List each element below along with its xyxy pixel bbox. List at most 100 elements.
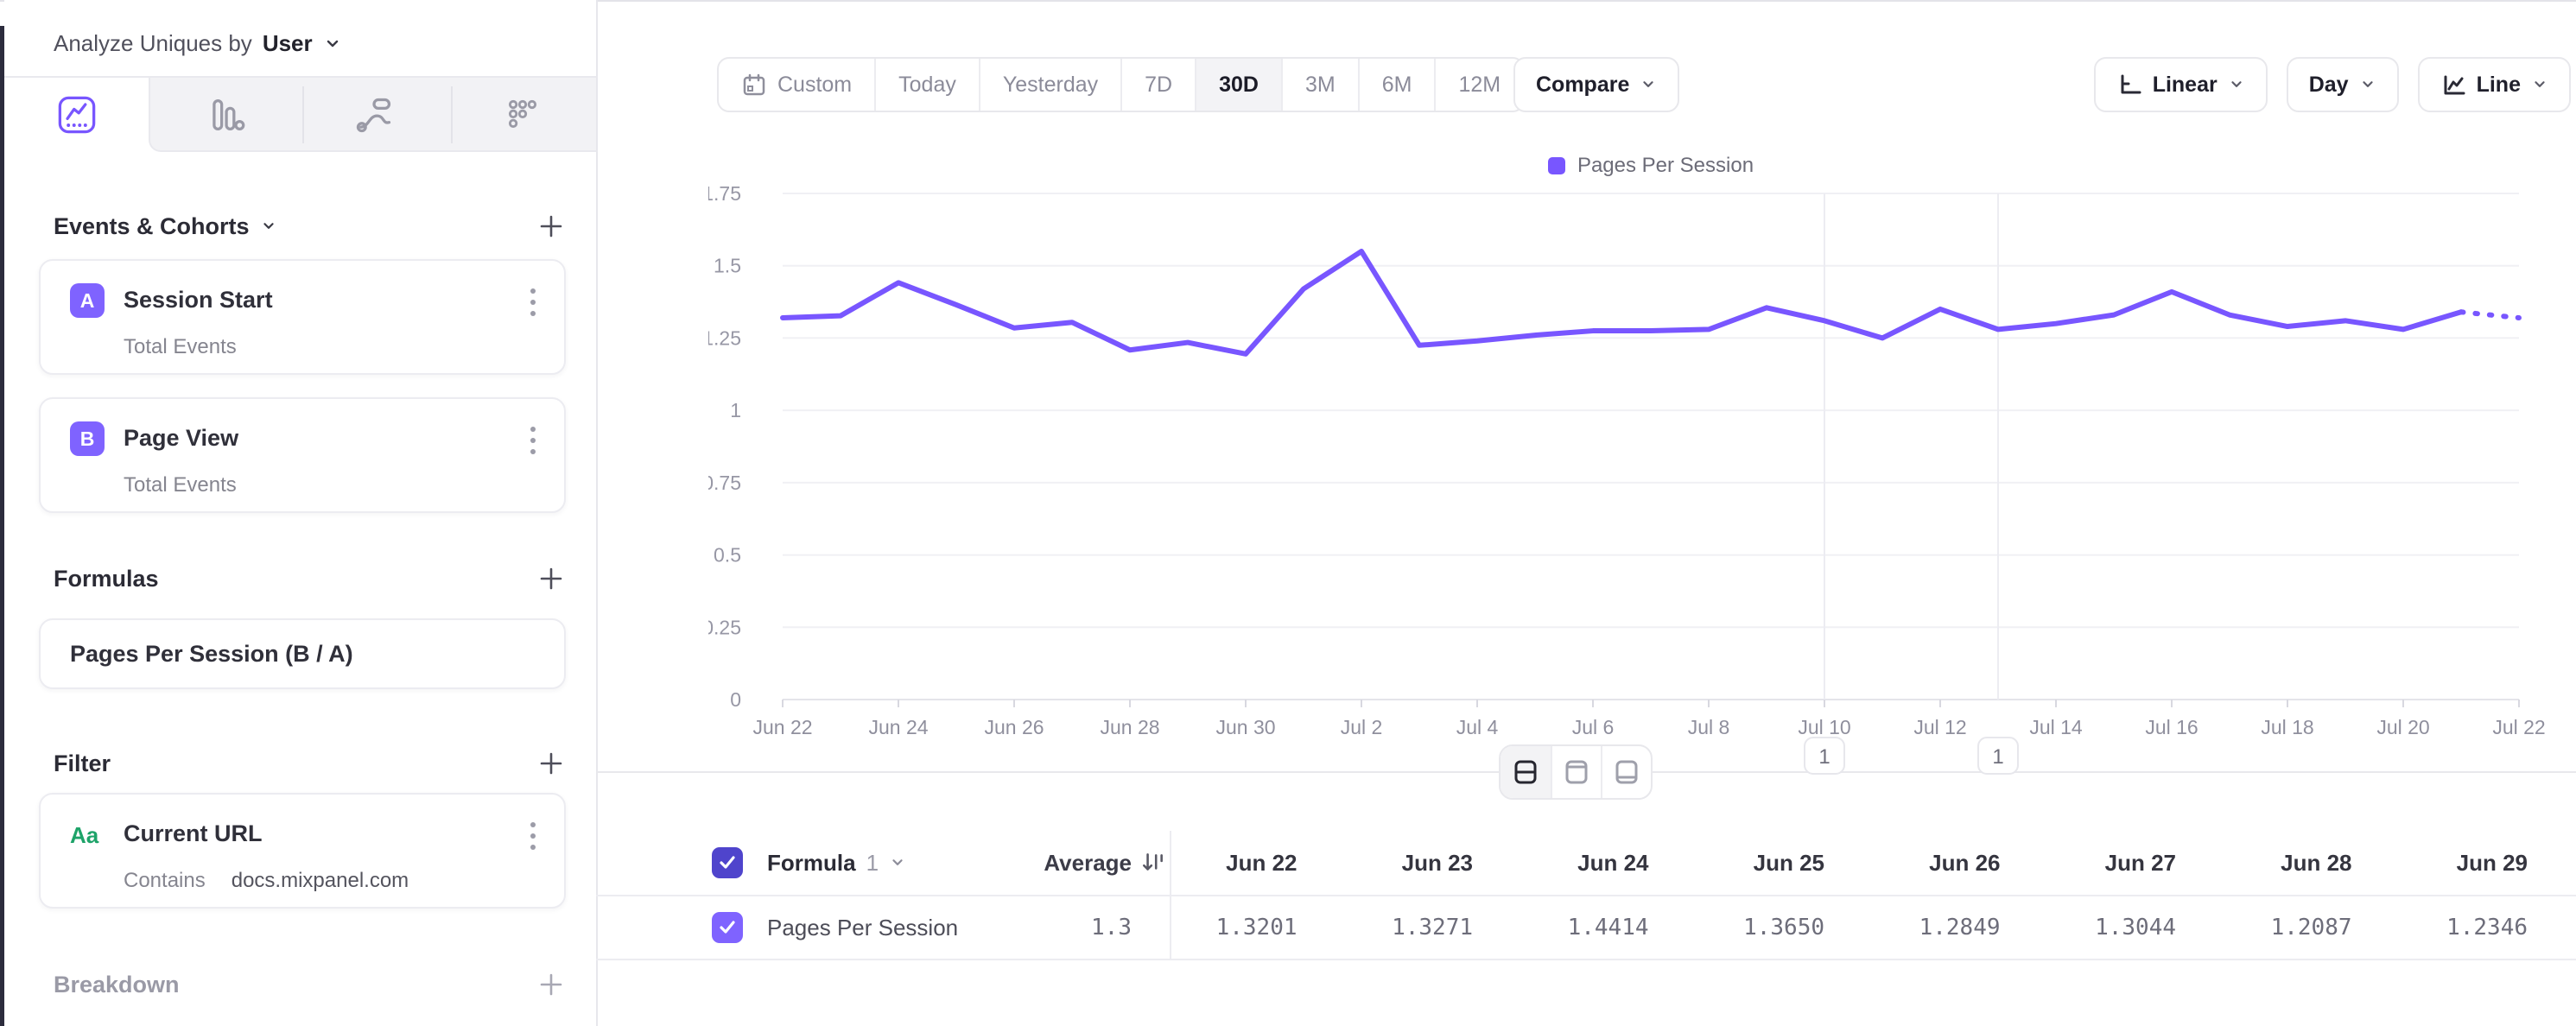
annotation-badge-label[interactable]: 1 <box>1818 745 1830 769</box>
x-axis-tick-label: Jul 14 <box>2029 716 2083 738</box>
date-range-6m[interactable]: 6M <box>1358 59 1435 111</box>
kebab-menu-icon[interactable] <box>524 421 542 459</box>
date-column-header[interactable]: Jun 28 <box>2224 831 2401 895</box>
date-column-header[interactable]: Jun 23 <box>1346 831 1522 895</box>
date-column-header[interactable]: Jun 22 <box>1170 831 1346 895</box>
date-range-label: Yesterday <box>1003 73 1098 98</box>
string-property-icon: Aa <box>70 822 98 849</box>
sort-icon <box>1140 850 1166 876</box>
select-all-checkbox[interactable] <box>712 847 743 878</box>
date-range-label: Custom <box>777 73 852 98</box>
line-chart[interactable]: 00.250.50.7511.251.51.75Jun 22Jun 24Jun … <box>708 169 2576 788</box>
event-metric[interactable]: Total Events <box>124 473 237 497</box>
table-only-icon <box>1613 758 1640 786</box>
tab-insights-active[interactable] <box>4 78 149 152</box>
date-column-header[interactable]: Jun 24 <box>1521 831 1697 895</box>
x-axis-tick-label: Jun 24 <box>868 716 928 738</box>
analyze-uniques-row: Analyze Uniques by User <box>54 26 342 60</box>
layout-toggle-group <box>1499 744 1653 800</box>
filter-property-name[interactable]: Current URL <box>124 820 263 847</box>
series-value[interactable]: 1.3271 <box>1346 896 1522 959</box>
date-column-header[interactable]: Jun 29 <box>2401 831 2576 895</box>
visualization-tabstrip <box>4 78 596 152</box>
date-column-header[interactable]: Jun 26 <box>1873 831 2049 895</box>
average-column-header[interactable]: Average <box>907 831 1166 895</box>
compare-button[interactable]: Compare <box>1513 57 1679 112</box>
kebab-menu-icon[interactable] <box>524 283 542 321</box>
y-axis-tick-label: 0.5 <box>714 544 741 567</box>
chart-only-icon <box>1563 758 1590 786</box>
layout-split-view-button[interactable] <box>1501 746 1551 798</box>
series-value[interactable]: 1.3650 <box>1697 896 1874 959</box>
analyze-by-dropdown[interactable]: User <box>263 30 313 57</box>
series-value[interactable]: 1.4414 <box>1521 896 1697 959</box>
add-formula-button[interactable] <box>536 564 566 593</box>
series-value[interactable]: 1.3201 <box>1170 896 1346 959</box>
date-range-30d-active[interactable]: 30D <box>1195 59 1281 111</box>
date-column-header[interactable]: Jun 25 <box>1697 831 1874 895</box>
tab-metrics-grid[interactable] <box>450 78 594 152</box>
x-axis-tick-label: Jul 12 <box>1913 716 1966 738</box>
filter-section-header: Filter <box>54 744 566 782</box>
series-average-value: 1.3 <box>1091 915 1166 940</box>
chevron-down-icon[interactable] <box>323 34 342 53</box>
date-range-label: 3M <box>1305 73 1336 98</box>
events-section-header: Events & Cohorts <box>54 207 566 245</box>
tab-bar-chart[interactable] <box>153 78 297 152</box>
x-axis-tick-label: Jul 2 <box>1341 716 1383 738</box>
add-event-button[interactable] <box>536 212 566 241</box>
date-range-today[interactable]: Today <box>874 59 979 111</box>
date-range-label: Today <box>898 73 956 98</box>
add-breakdown-button[interactable] <box>536 970 566 999</box>
series-value[interactable]: 1.3044 <box>2049 896 2225 959</box>
filter-condition: Contains docs.mixpanel.com <box>124 869 409 893</box>
formulas-section-header: Formulas <box>54 560 566 598</box>
y-axis-tick-label: 1.75 <box>708 182 741 205</box>
filter-operator[interactable]: Contains <box>124 869 206 893</box>
linear-scale-icon <box>2116 72 2142 98</box>
formula-card[interactable]: Pages Per Session (B / A) <box>39 618 566 689</box>
date-range-12m[interactable]: 12M <box>1434 59 1523 111</box>
chart-type-button[interactable]: Line <box>2418 57 2571 112</box>
filter-value[interactable]: docs.mixpanel.com <box>232 869 409 893</box>
date-column-header[interactable]: Jun 27 <box>2049 831 2225 895</box>
interval-label: Day <box>2309 73 2349 98</box>
interval-button[interactable]: Day <box>2287 57 2399 112</box>
line-chart-icon <box>2440 72 2466 98</box>
series-value[interactable]: 1.2087 <box>2224 896 2401 959</box>
series-line-incomplete[interactable] <box>2461 312 2519 318</box>
formulas-section-title: Formulas <box>54 566 159 592</box>
series-checkbox[interactable] <box>712 912 743 943</box>
layout-table-only-button[interactable] <box>1601 746 1651 798</box>
x-axis-tick-label: Jun 30 <box>1215 716 1275 738</box>
events-section-title[interactable]: Events & Cohorts <box>54 213 277 240</box>
tab-flows[interactable] <box>301 78 446 152</box>
annotation-badge-label[interactable]: 1 <box>1992 745 2003 769</box>
event-metric[interactable]: Total Events <box>124 335 237 359</box>
add-filter-button[interactable] <box>536 749 566 778</box>
formula-column-header[interactable]: Formula 1 <box>767 831 906 895</box>
event-card-page-view[interactable]: B Page View Total Events <box>39 397 566 513</box>
date-range-3m[interactable]: 3M <box>1281 59 1358 111</box>
x-axis-tick-label: Jul 16 <box>2145 716 2198 738</box>
formula-name[interactable]: Pages Per Session (B / A) <box>70 641 353 668</box>
series-value[interactable]: 1.2849 <box>1873 896 2049 959</box>
filter-card-current-url[interactable]: Aa Current URL Contains docs.mixpanel.co… <box>39 793 566 909</box>
event-name[interactable]: Session Start <box>124 287 273 314</box>
event-card-session-start[interactable]: A Session Start Total Events <box>39 259 566 375</box>
x-axis-tick-label: Jul 18 <box>2261 716 2313 738</box>
query-builder-sidebar: Analyze Uniques by User <box>4 0 596 1026</box>
series-value[interactable]: 1.2346 <box>2401 896 2576 959</box>
date-range-custom[interactable]: Custom <box>719 59 874 111</box>
x-axis-tick-label: Jun 26 <box>984 716 1044 738</box>
kebab-menu-icon[interactable] <box>524 817 542 855</box>
date-range-7d[interactable]: 7D <box>1120 59 1195 111</box>
date-range-yesterday[interactable]: Yesterday <box>979 59 1120 111</box>
date-range-label: 30D <box>1219 73 1259 98</box>
results-table-row[interactable]: Pages Per Session 1.3 1.3201 1.3271 1.44… <box>596 896 2576 960</box>
table-column-divider <box>1170 831 1171 960</box>
y-scale-button[interactable]: Linear <box>2094 57 2268 112</box>
layout-chart-only-button[interactable] <box>1551 746 1601 798</box>
event-name[interactable]: Page View <box>124 425 238 452</box>
chevron-down-icon <box>889 854 906 871</box>
